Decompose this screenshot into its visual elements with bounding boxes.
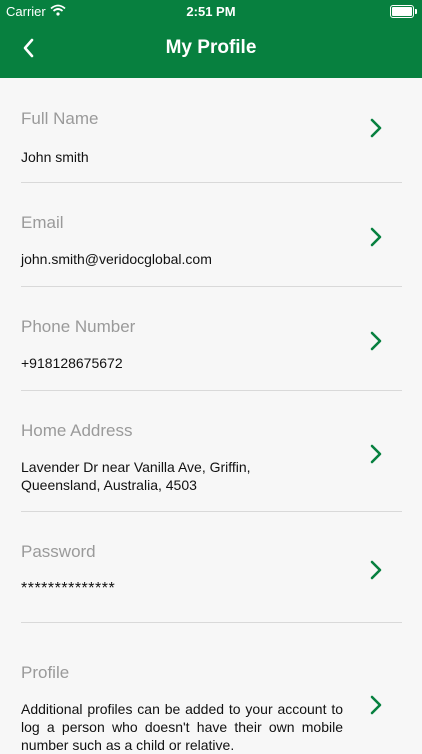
divider <box>21 390 402 391</box>
chevron-right-icon <box>367 226 385 248</box>
divider <box>21 622 402 623</box>
divider <box>21 286 402 287</box>
status-time: 2:51 PM <box>186 4 236 19</box>
profile-row-password[interactable]: Password ************** <box>0 513 422 624</box>
page-title: My Profile <box>165 37 257 58</box>
status-bar: Carrier 2:51 PM <box>0 0 422 22</box>
app-header: Carrier 2:51 PM My Profile <box>0 0 422 78</box>
password-value: ************** <box>21 580 116 597</box>
email-label: Email <box>21 213 64 232</box>
profile-label: Profile <box>21 663 70 682</box>
email-value: john.smith@veridocglobal.com <box>21 251 212 267</box>
profile-row-home-address[interactable]: Home Address Lavender Dr near Vanilla Av… <box>0 392 422 513</box>
chevron-right-icon <box>367 559 385 581</box>
full-name-label: Full Name <box>21 109 99 128</box>
battery-icon <box>390 5 417 18</box>
chevron-right-icon <box>367 694 385 716</box>
home-address-value: Lavender Dr near Vanilla Ave, Griffin, Q… <box>21 459 251 493</box>
chevron-right-icon <box>367 330 385 352</box>
phone-number-label: Phone Number <box>21 317 136 336</box>
profile-row-full-name[interactable]: Full Name John smith <box>0 78 422 184</box>
home-address-label: Home Address <box>21 421 133 440</box>
chevron-right-icon <box>367 443 385 465</box>
password-label: Password <box>21 542 96 561</box>
divider <box>21 511 402 512</box>
profile-row-email[interactable]: Email john.smith@veridocglobal.com <box>0 184 422 288</box>
full-name-value: John smith <box>21 149 89 165</box>
profile-row-phone-number[interactable]: Phone Number +918128675672 <box>0 288 422 392</box>
profile-row-additional-profiles[interactable]: Profile Additional profiles can be added… <box>0 624 422 753</box>
chevron-right-icon <box>367 117 385 139</box>
divider <box>21 182 402 183</box>
profile-description: Additional profiles can be added to your… <box>21 701 343 753</box>
phone-number-value: +918128675672 <box>21 355 123 371</box>
